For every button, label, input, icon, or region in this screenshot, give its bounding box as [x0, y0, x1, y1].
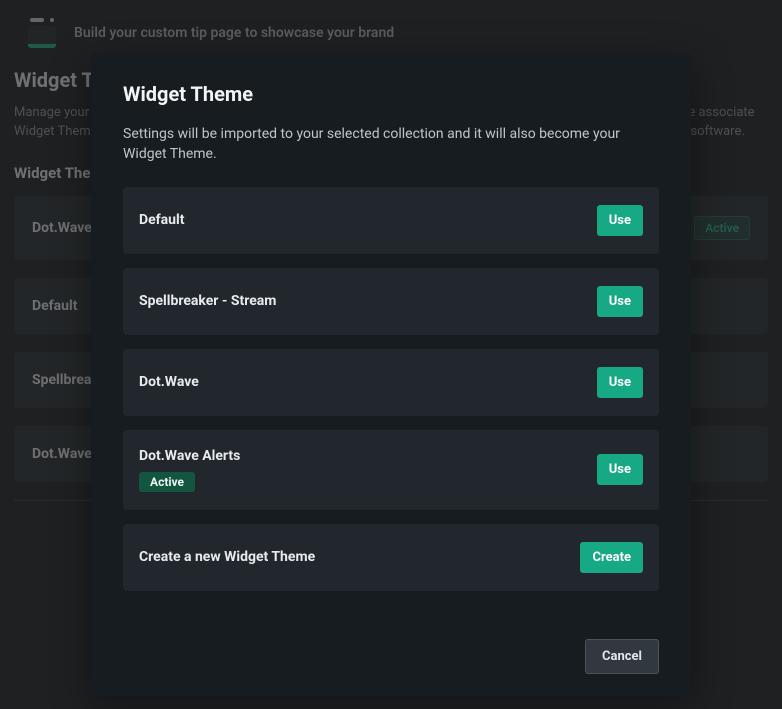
- widget-theme-modal: Widget Theme Settings will be imported t…: [91, 54, 691, 696]
- theme-option-name: Dot.Wave Alerts: [139, 448, 240, 464]
- use-button[interactable]: Use: [597, 286, 643, 317]
- cancel-button[interactable]: Cancel: [585, 639, 659, 674]
- modal-title: Widget Theme: [123, 82, 659, 106]
- modal-footer: Cancel: [123, 639, 659, 674]
- modal-description: Settings will be imported to your select…: [123, 124, 659, 165]
- use-button[interactable]: Use: [597, 205, 643, 236]
- theme-option-row: Dot.Wave Use: [123, 349, 659, 416]
- create-theme-row: Create a new Widget Theme Create: [123, 524, 659, 591]
- use-button[interactable]: Use: [597, 367, 643, 398]
- theme-option-row: Dot.Wave Alerts Active Use: [123, 430, 659, 510]
- theme-option-name: Dot.Wave: [139, 374, 199, 390]
- active-badge: Active: [139, 472, 195, 492]
- create-button[interactable]: Create: [580, 542, 643, 573]
- theme-option-row: Default Use: [123, 187, 659, 254]
- use-button[interactable]: Use: [597, 454, 643, 485]
- theme-option-row: Spellbreaker - Stream Use: [123, 268, 659, 335]
- theme-option-name: Default: [139, 212, 184, 228]
- theme-option-name: Spellbreaker - Stream: [139, 293, 276, 309]
- create-theme-label: Create a new Widget Theme: [139, 549, 315, 565]
- modal-overlay: Widget Theme Settings will be imported t…: [0, 0, 782, 709]
